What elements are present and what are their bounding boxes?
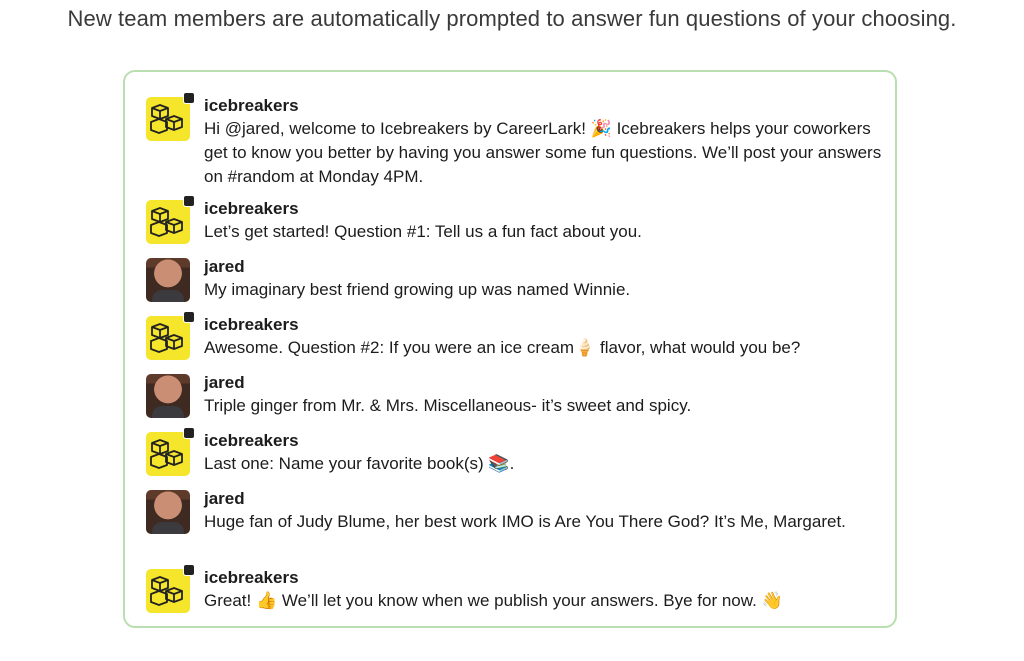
message-author[interactable]: icebreakers: [204, 430, 885, 452]
icebreakers-logo-icon[interactable]: [146, 195, 195, 244]
bot-badge-icon: [183, 92, 195, 104]
message-author[interactable]: icebreakers: [204, 95, 885, 117]
user-avatar[interactable]: [146, 490, 190, 534]
message-author[interactable]: icebreakers: [204, 567, 885, 589]
message-author[interactable]: jared: [204, 488, 885, 510]
bot-badge-icon: [183, 195, 195, 207]
message: jared Triple ginger from Mr. & Mrs. Misc…: [146, 372, 885, 418]
icebreakers-logo-icon[interactable]: [146, 427, 195, 476]
message: jared Huge fan of Judy Blume, her best w…: [146, 488, 885, 534]
message-text: Hi @jared, welcome to Icebreakers by Car…: [204, 119, 882, 186]
user-avatar[interactable]: [146, 258, 190, 302]
headline: New team members are automatically promp…: [67, 6, 957, 31]
icebreakers-logo-icon[interactable]: [146, 311, 195, 360]
avatar-shirt: [152, 522, 184, 534]
message-author[interactable]: icebreakers: [204, 198, 885, 220]
message: icebreakers Let’s get started! Question …: [146, 195, 885, 244]
message: icebreakers Last one: Name your favorite…: [146, 427, 885, 476]
message: icebreakers Great! 👍 We’ll let you know …: [146, 564, 885, 613]
message-text: My imaginary best friend growing up was …: [204, 280, 631, 299]
bot-badge-icon: [183, 311, 195, 323]
message-author[interactable]: jared: [204, 256, 885, 278]
message: icebreakers Hi @jared, welcome to Icebre…: [146, 92, 885, 189]
message-author[interactable]: jared: [204, 372, 885, 394]
message-text: Let’s get started! Question #1: Tell us …: [204, 222, 642, 241]
user-avatar[interactable]: [146, 374, 190, 418]
message-text: Last one: Name your favorite book(s) 📚.: [204, 454, 515, 473]
bot-badge-icon: [183, 427, 195, 439]
avatar-shirt: [152, 406, 184, 418]
icebreakers-logo-icon[interactable]: [146, 92, 195, 141]
icebreakers-logo-icon[interactable]: [146, 564, 195, 613]
message: jared My imaginary best friend growing u…: [146, 256, 885, 302]
avatar-shirt: [152, 290, 184, 302]
message-text: Huge fan of Judy Blume, her best work IM…: [204, 512, 846, 531]
message-text: Awesome. Question #2: If you were an ice…: [204, 338, 801, 357]
message: icebreakers Awesome. Question #2: If you…: [146, 311, 885, 360]
bot-badge-icon: [183, 564, 195, 576]
chat-conversation: icebreakers Hi @jared, welcome to Icebre…: [123, 70, 897, 628]
message-author[interactable]: icebreakers: [204, 314, 885, 336]
message-text: Great! 👍 We’ll let you know when we publ…: [204, 591, 783, 610]
message-text: Triple ginger from Mr. & Mrs. Miscellane…: [204, 396, 692, 415]
